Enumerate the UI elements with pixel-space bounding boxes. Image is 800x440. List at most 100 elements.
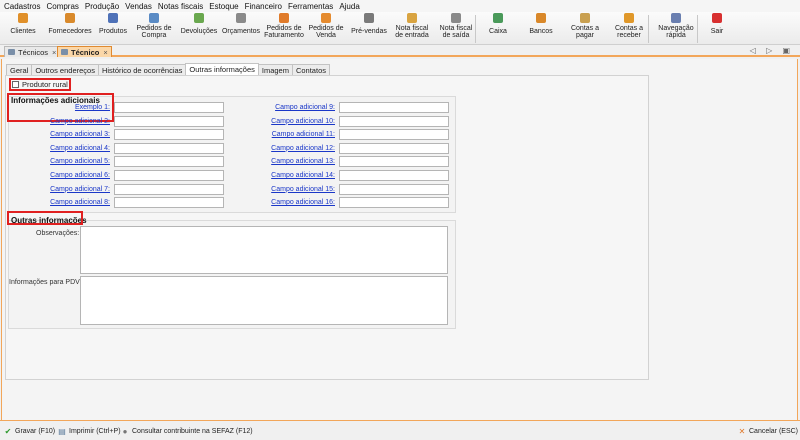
field-input[interactable] <box>114 197 224 209</box>
tab-contatos[interactable]: Contatos <box>291 64 330 75</box>
field-label-link[interactable]: Campo adicional 11: <box>272 131 335 138</box>
observacoes-label: Observações: <box>36 230 80 237</box>
field-label-link[interactable]: Campo adicional 4: <box>50 145 110 152</box>
field-label-link[interactable]: Campo adicional 8: <box>50 199 110 206</box>
toolbar-button[interactable]: Fornecedores <box>48 13 92 44</box>
tab-geral[interactable]: Geral <box>6 64 33 75</box>
toolbar-label-line1: Nota fiscal <box>439 25 473 32</box>
toolbar-label-line1: Pedidos de <box>136 25 172 32</box>
tab-label: Técnicos <box>18 47 49 57</box>
field-label-link[interactable]: Campo adicional 16: <box>271 199 335 206</box>
toolbar-label-line1: Contas a <box>570 25 600 32</box>
toolbar-label-line2: receber <box>617 32 641 39</box>
tab-imagem[interactable]: Imagem <box>257 64 293 75</box>
pdv-textarea[interactable] <box>80 276 448 325</box>
field-label-link[interactable]: Campo adicional 5: <box>50 158 110 165</box>
field-input[interactable] <box>339 142 449 154</box>
check-icon: ✔ <box>4 426 12 436</box>
field-input[interactable] <box>114 142 224 154</box>
toolbar-button[interactable]: Pré-vendas <box>350 13 388 44</box>
observacoes-textarea[interactable] <box>80 226 448 274</box>
toolbar-button[interactable]: Devoluções <box>181 13 217 44</box>
field-label-link[interactable]: Campo adicional 3: <box>50 131 110 138</box>
toolbar-label-line2: Bancos <box>529 28 553 35</box>
field-label-link[interactable]: Exemplo 1: <box>75 104 110 111</box>
tab-outras-informacoes[interactable]: Outras informações <box>185 63 259 75</box>
toolbar-label-line1: Navegação <box>658 25 694 32</box>
quotes-icon <box>236 13 246 23</box>
toolbar-button[interactable]: Caixa <box>482 13 514 44</box>
field-input[interactable] <box>339 115 449 127</box>
menu-item[interactable]: Produção <box>85 2 119 11</box>
toolbar-button[interactable]: Navegação rápida <box>654 13 698 44</box>
toolbar-button[interactable]: Nota fiscal de entrada <box>393 13 431 44</box>
menu-item[interactable]: Ajuda <box>339 2 359 11</box>
field-label-link[interactable]: Campo adicional 7: <box>50 186 110 193</box>
print-button[interactable]: ▤ Imprimir (Ctrl+P) <box>58 427 120 436</box>
field-input[interactable] <box>114 170 224 181</box>
toolbar-button[interactable]: Sair <box>703 13 731 44</box>
toolbar-label-line2: Venda <box>316 32 336 39</box>
field-input[interactable] <box>114 102 224 113</box>
toolbar-label-line2: de saída <box>442 32 470 39</box>
invoice-out-icon <box>451 13 461 23</box>
toolbar-button[interactable]: Contas a pagar <box>566 13 604 44</box>
menu-item[interactable]: Cadastros <box>4 2 40 11</box>
menu-item[interactable]: Vendas <box>125 2 152 11</box>
toolbar-button[interactable]: Pedidos de Venda <box>308 13 344 44</box>
field-label-link[interactable]: Campo adicional 6: <box>50 172 110 179</box>
field-label-link[interactable]: Campo adicional 15: <box>271 186 335 193</box>
field-label-link[interactable]: Campo adicional 2: <box>50 118 110 125</box>
tab-historico-ocorrencias[interactable]: Histórico de ocorrências <box>97 64 187 75</box>
tab-nav-arrows-icon[interactable]: ◁ ▷ ▣ <box>750 46 794 55</box>
toolbar-button[interactable]: Nota fiscal de saída <box>436 13 476 44</box>
quick-nav-icon <box>671 13 681 23</box>
field-input[interactable] <box>114 129 224 141</box>
toolbar-button[interactable]: Pedidos de Faturamento <box>264 13 304 44</box>
toolbar-label-line1: Nota fiscal <box>395 25 429 32</box>
save-label: Gravar (F10) <box>15 427 56 435</box>
field-input[interactable] <box>339 170 449 181</box>
toolbar-button[interactable]: Bancos <box>522 13 560 44</box>
field-input[interactable] <box>339 183 449 195</box>
field-input[interactable] <box>114 156 224 168</box>
field-input[interactable] <box>339 129 449 141</box>
receivables-icon <box>624 13 634 23</box>
field-input[interactable] <box>339 102 449 113</box>
menu-item[interactable]: Ferramentas <box>288 2 333 11</box>
toolbar-button[interactable]: Produtos <box>97 13 129 44</box>
field-label-link[interactable]: Campo adicional 13: <box>271 158 335 165</box>
field-label-link[interactable]: Campo adicional 14: <box>271 172 335 179</box>
field-input[interactable] <box>339 156 449 168</box>
toolbar-button[interactable]: Orçamentos <box>221 13 261 44</box>
toolbar-button[interactable]: Clientes <box>4 13 42 44</box>
menu-item[interactable]: Compras <box>46 2 78 11</box>
tab-label: Técnico <box>71 47 100 57</box>
form-icon <box>61 49 68 55</box>
returns-icon <box>194 13 204 23</box>
field-input[interactable] <box>339 197 449 209</box>
field-label-link[interactable]: Campo adicional 10: <box>271 118 335 125</box>
save-button[interactable]: ✔ Gravar (F10) <box>4 426 56 436</box>
toolbar-label-line2: Pré-vendas <box>351 28 387 35</box>
field-input[interactable] <box>114 115 224 127</box>
sefaz-button[interactable]: ● Consultar contribuinte na SEFAZ (F12) <box>121 427 253 436</box>
toolbar-button[interactable]: Contas a receber <box>610 13 648 44</box>
field-input[interactable] <box>114 183 224 195</box>
tab-outros-enderecos[interactable]: Outros endereços <box>31 64 99 75</box>
toolbar-button[interactable]: Pedidos de Compra <box>134 13 174 44</box>
billing-orders-icon <box>279 13 289 23</box>
close-icon[interactable]: × <box>52 48 56 57</box>
field-label-link[interactable]: Campo adicional 12: <box>271 145 335 152</box>
status-bar: ✔ Gravar (F10) ▤ Imprimir (Ctrl+P) ● Con… <box>0 420 800 440</box>
menu-item[interactable]: Financeiro <box>245 2 282 11</box>
field-label-link[interactable]: Campo adicional 9: <box>275 104 335 111</box>
tab-tecnico[interactable]: Técnico × <box>57 46 112 57</box>
cancel-button[interactable]: ✕ Cancelar (ESC) <box>738 427 798 436</box>
menu-item[interactable]: Estoque <box>209 2 238 11</box>
highlight-box <box>9 78 71 91</box>
close-icon[interactable]: × <box>103 48 107 57</box>
tab-tecnicos[interactable]: Técnicos × <box>4 46 61 57</box>
toolbar-label-line2: Faturamento <box>264 32 304 39</box>
menu-item[interactable]: Notas fiscais <box>158 2 203 11</box>
